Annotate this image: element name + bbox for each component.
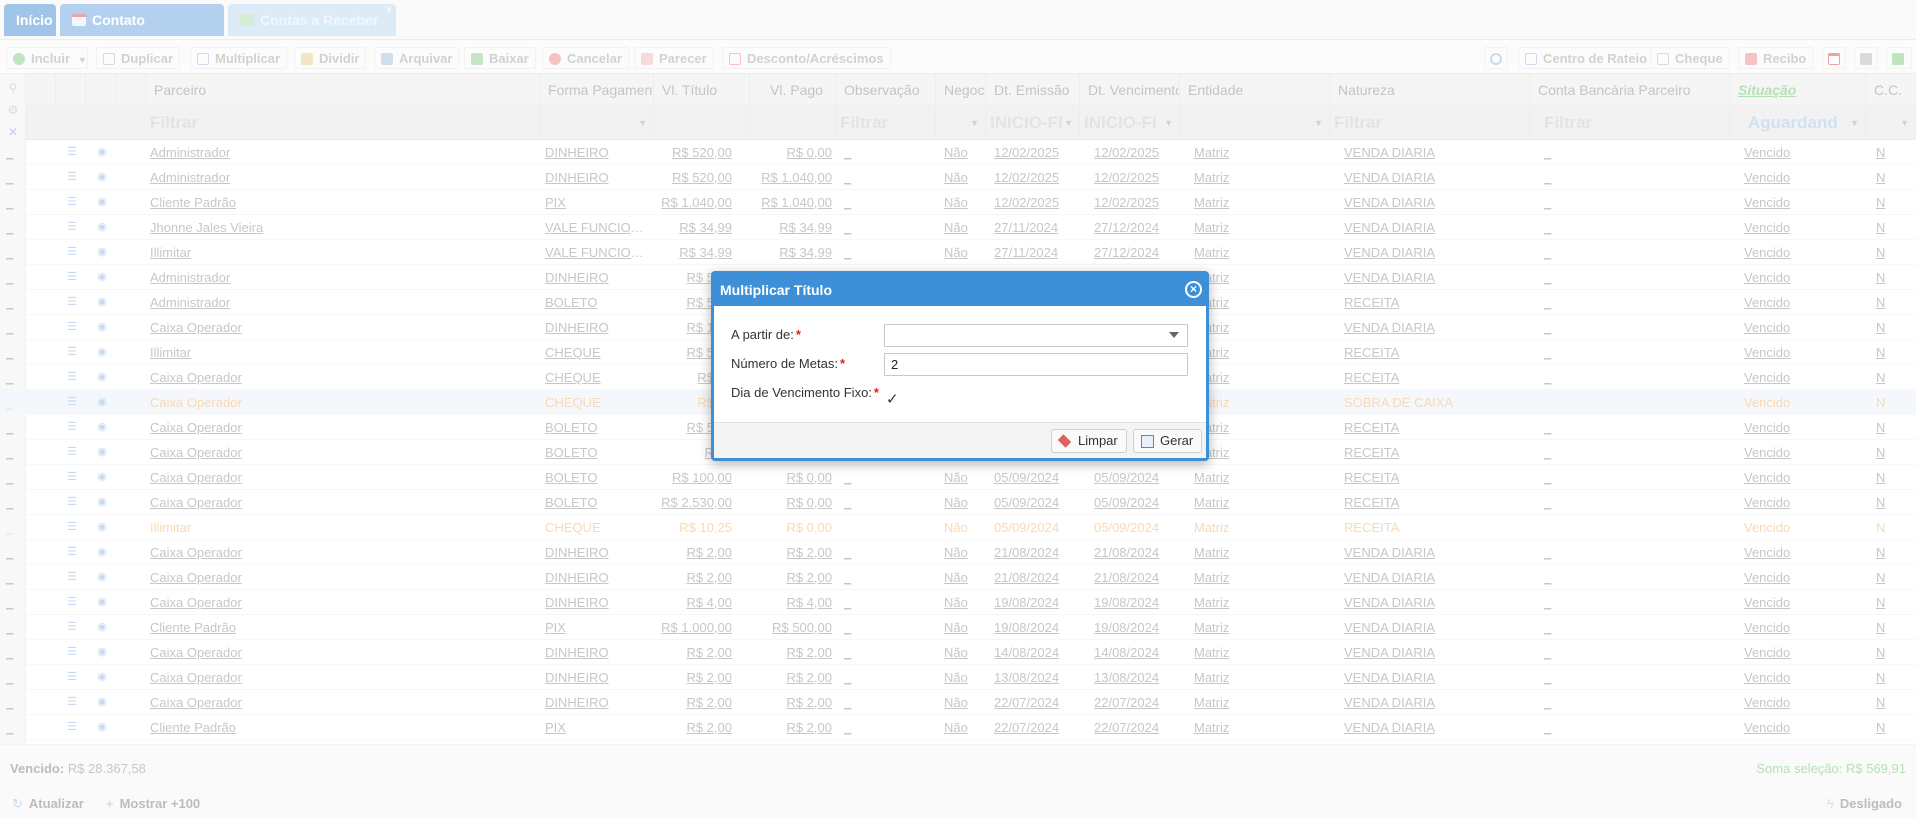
chevron-down-icon — [1169, 332, 1179, 338]
partir-de-label-text: A partir de: — [731, 327, 794, 342]
close-icon[interactable]: × — [1185, 281, 1202, 298]
dialog-body: A partir de: * Número de Metas: * 2 Dia de… — [714, 306, 1206, 422]
required-mark: * — [795, 327, 801, 342]
dialog-title: Multiplicar Título — [720, 282, 832, 298]
required-mark: * — [839, 356, 845, 371]
dialog-title-bar: Multiplicar Título × — [714, 274, 1206, 306]
dia-vencimento-label: Dia de Vencimento Fixo: * — [731, 385, 879, 400]
required-mark: * — [873, 385, 879, 400]
partir-de-select[interactable] — [884, 324, 1188, 347]
gerar-button[interactable]: Gerar — [1133, 429, 1203, 453]
numero-metas-input[interactable]: 2 — [884, 353, 1188, 376]
multiplicar-titulo-dialog: Multiplicar Título × A partir de: * Númer… — [711, 271, 1209, 461]
numero-metas-value: 2 — [891, 357, 899, 372]
partir-de-label: A partir de: * — [731, 327, 801, 342]
limpar-label: Limpar — [1078, 433, 1118, 448]
eraser-icon — [1057, 434, 1072, 448]
dialog-footer: Limpar Gerar — [714, 422, 1206, 458]
dia-vencimento-checkbox[interactable]: ✓ — [886, 392, 900, 407]
numero-metas-label: Número de Metas: * — [731, 356, 845, 371]
dia-vencimento-label-text: Dia de Vencimento Fixo: — [731, 385, 872, 400]
document-icon — [1141, 435, 1154, 448]
gerar-label: Gerar — [1160, 433, 1194, 448]
limpar-button[interactable]: Limpar — [1051, 429, 1127, 453]
numero-metas-label-text: Número de Metas: — [731, 356, 838, 371]
